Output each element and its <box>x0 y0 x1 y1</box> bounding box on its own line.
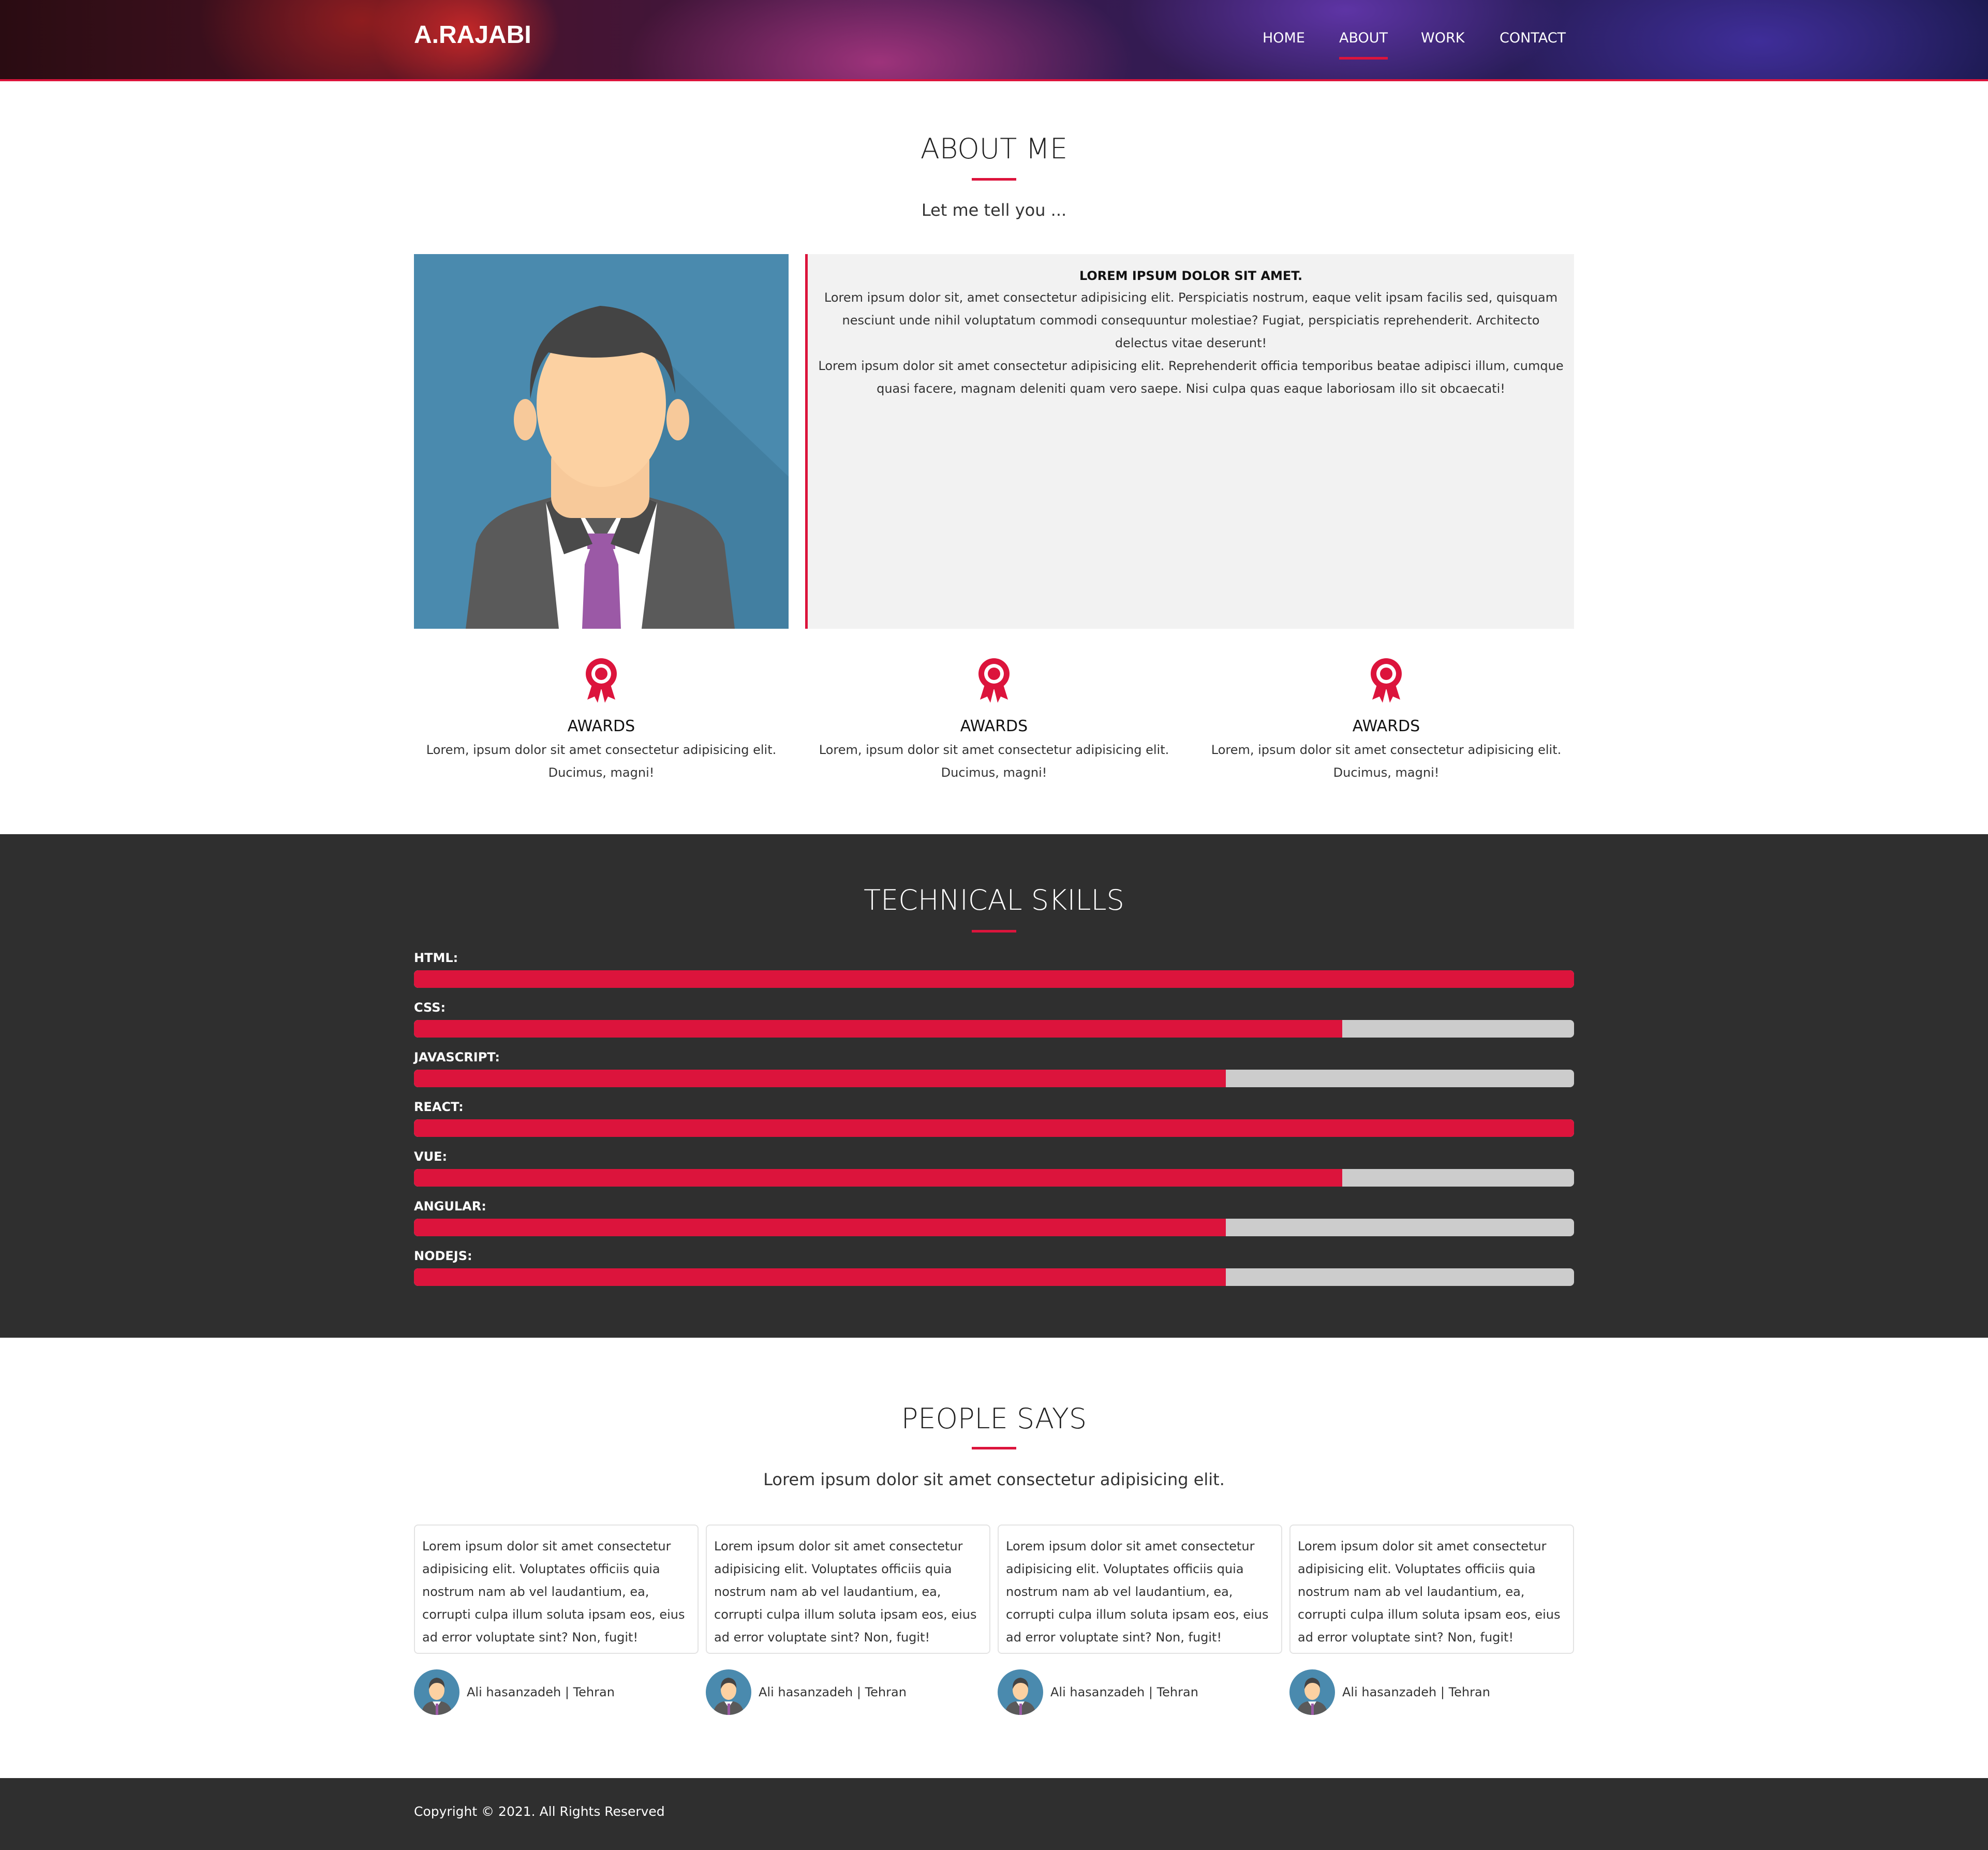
author-name: Ali hasanzadeh | Tehran <box>759 1685 907 1699</box>
profile-avatar <box>414 254 789 629</box>
navbar: A.RAJABI HOME ABOUT WORK CONTACT <box>0 0 1988 81</box>
skill-label: VUE: <box>414 1149 448 1164</box>
skill-progress-fill <box>414 1119 1574 1137</box>
skill-progress-fill <box>414 1219 1226 1236</box>
skill-progress-bar <box>414 1119 1574 1137</box>
businessman-avatar-icon <box>1297 1678 1328 1715</box>
skill-progress-bar <box>414 1219 1574 1236</box>
skill-label: JAVASCRIPT: <box>414 1050 500 1064</box>
skill-progress-bar <box>414 1169 1574 1187</box>
author-avatar <box>1289 1669 1335 1715</box>
about-card: LOREM IPSUM DOLOR SIT AMET. Lorem ipsum … <box>805 254 1574 629</box>
testimonial-author: Ali hasanzadeh | Tehran <box>414 1669 615 1715</box>
testimonial-card: Lorem ipsum dolor sit amet consectetur a… <box>706 1525 990 1654</box>
skill-progress-fill <box>414 1268 1226 1286</box>
award-item: AWARDS Lorem, ipsum dolor sit amet conse… <box>1205 657 1567 784</box>
about-card-paragraph: Lorem ipsum dolor sit amet consectetur a… <box>818 359 1564 396</box>
skill-label: REACT: <box>414 1100 464 1114</box>
nav-link-work[interactable]: WORK <box>1421 30 1464 46</box>
skills-title: TECHNICAL SKILLS <box>864 884 1124 916</box>
author-avatar <box>706 1669 751 1715</box>
skill-progress-bar <box>414 1020 1574 1038</box>
award-item: AWARDS Lorem, ipsum dolor sit amet conse… <box>420 657 782 784</box>
award-item: AWARDS Lorem, ipsum dolor sit amet conse… <box>813 657 1175 784</box>
about-card-heading: LOREM IPSUM DOLOR SIT AMET. <box>1079 269 1303 283</box>
businessman-avatar-icon <box>421 1678 452 1715</box>
testimonial-author: Ali hasanzadeh | Tehran <box>998 1669 1198 1715</box>
footer: Copyright © 2021. All Rights Reserved <box>0 1778 1988 1850</box>
testimonials-title-underline <box>972 1447 1016 1449</box>
award-text: Lorem, ipsum dolor sit amet consectetur … <box>426 743 777 780</box>
brand-logo[interactable]: A.RAJABI <box>414 21 531 49</box>
about-title-underline <box>972 178 1016 181</box>
author-name: Ali hasanzadeh | Tehran <box>1050 1685 1198 1699</box>
businessman-avatar-icon <box>713 1678 744 1715</box>
skills-title-underline <box>972 930 1016 933</box>
testimonial-card: Lorem ipsum dolor sit amet consectetur a… <box>1289 1525 1574 1654</box>
skill-progress-fill <box>414 1070 1226 1087</box>
about-title: ABOUT ME <box>920 132 1068 165</box>
skill-label: CSS: <box>414 1000 446 1015</box>
award-title: AWARDS <box>1352 717 1420 735</box>
author-avatar <box>998 1669 1043 1715</box>
skills-section: TECHNICAL SKILLS HTML: CSS: JAVASCRIPT: REA… <box>0 834 1988 1338</box>
award-text: Lorem, ipsum dolor sit amet consectetur … <box>819 743 1169 780</box>
footer-copyright: Copyright © 2021. All Rights Reserved <box>414 1804 665 1819</box>
testimonial-author: Ali hasanzadeh | Tehran <box>706 1669 907 1715</box>
skill-label: ANGULAR: <box>414 1199 486 1213</box>
skill-progress-bar <box>414 1070 1574 1087</box>
skill-progress-bar <box>414 1268 1574 1286</box>
nav-link-contact[interactable]: CONTACT <box>1500 30 1566 46</box>
testimonial-card: Lorem ipsum dolor sit amet consectetur a… <box>998 1525 1282 1654</box>
businessman-avatar-icon <box>466 306 789 629</box>
award-title: AWARDS <box>567 717 635 735</box>
about-card-paragraph: Lorem ipsum dolor sit, amet consectetur … <box>824 290 1558 350</box>
author-avatar <box>414 1669 459 1715</box>
award-title: AWARDS <box>960 717 1028 735</box>
skill-progress-fill <box>414 1169 1342 1187</box>
award-ribbon-icon <box>586 658 617 703</box>
skill-label: NODEJS: <box>414 1249 472 1263</box>
author-name: Ali hasanzadeh | Tehran <box>1342 1685 1490 1699</box>
skill-progress-fill <box>414 1020 1342 1038</box>
businessman-avatar-icon <box>1005 1678 1036 1715</box>
testimonials-subtitle: Lorem ipsum dolor sit amet consectetur a… <box>763 1470 1225 1489</box>
testimonial-card: Lorem ipsum dolor sit amet consectetur a… <box>414 1525 699 1654</box>
testimonial-author: Ali hasanzadeh | Tehran <box>1289 1669 1490 1715</box>
nav-link-home[interactable]: HOME <box>1263 30 1305 46</box>
award-ribbon-icon <box>1371 658 1402 703</box>
author-name: Ali hasanzadeh | Tehran <box>467 1685 615 1699</box>
skill-progress-bar <box>414 970 1574 988</box>
skill-label: HTML: <box>414 951 458 965</box>
about-subtitle: Let me tell you ... <box>921 200 1067 220</box>
testimonials-title: PEOPLE SAYS <box>901 1402 1087 1435</box>
skill-progress-fill <box>414 970 1574 988</box>
nav-link-about[interactable]: ABOUT <box>1339 30 1388 60</box>
award-ribbon-icon <box>978 658 1010 703</box>
award-text: Lorem, ipsum dolor sit amet consectetur … <box>1211 743 1562 780</box>
